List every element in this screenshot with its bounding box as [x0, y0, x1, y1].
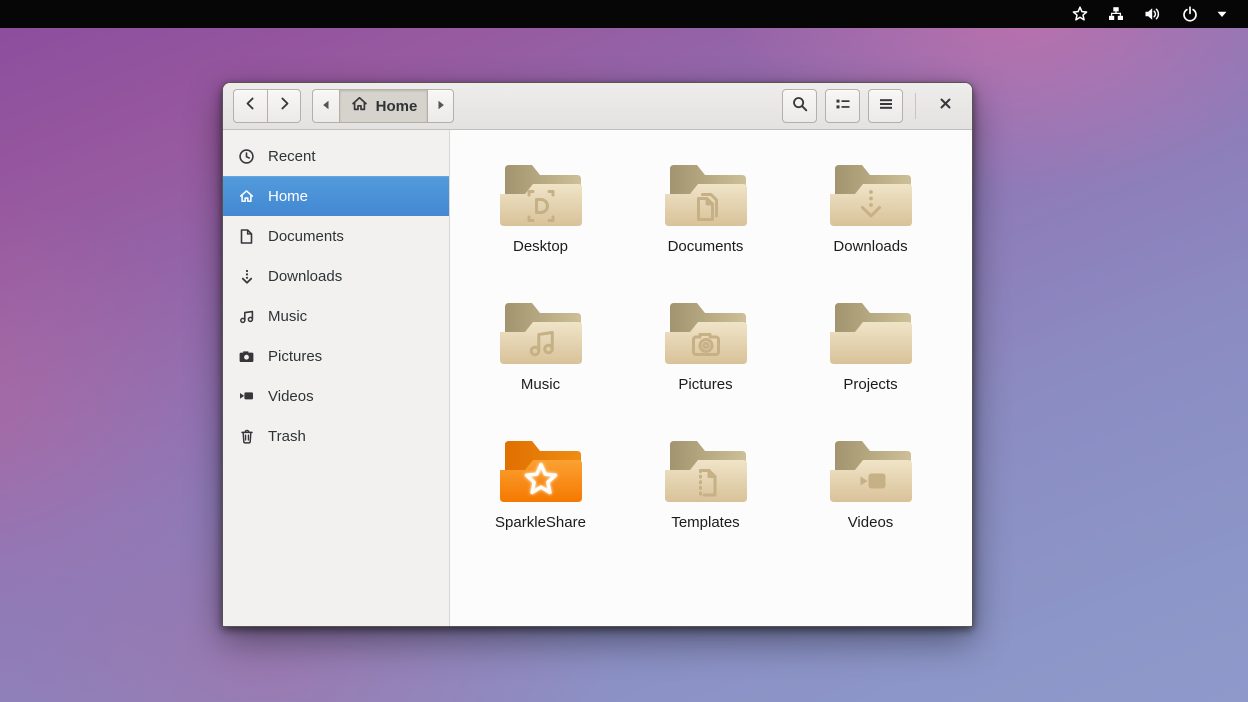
sidebar-item-label: Pictures — [268, 348, 322, 365]
file-item-projects[interactable]: .em-s{fill:none}.em-f{fill:#c6b186;strok… — [788, 290, 953, 428]
folder-icon: .em-s{fill:none}.em-f{fill:#c6b186;strok… — [823, 430, 919, 510]
folder-icon: .em-s{fill:none}.em-f{fill:#ffffff;strok… — [493, 430, 589, 510]
sidebar-item-label: Videos — [268, 388, 314, 405]
path-bar: Home — [312, 89, 454, 123]
sidebar-item-label: Music — [268, 308, 307, 325]
triangle-left-icon — [322, 97, 330, 115]
status-power-icon[interactable] — [1172, 0, 1208, 28]
sidebar-item-icon — [238, 308, 255, 325]
hamburger-menu-icon — [877, 96, 895, 117]
sidebar-item-trash[interactable]: Trash — [223, 416, 449, 456]
menu-button[interactable] — [868, 89, 903, 123]
file-item-pictures[interactable]: .em-s{fill:none}.em-f{fill:#c6b186;strok… — [623, 290, 788, 428]
sidebar-item-pictures[interactable]: Pictures — [223, 336, 449, 376]
sidebar-item-videos[interactable]: Videos — [223, 376, 449, 416]
forward-button[interactable] — [267, 89, 301, 123]
sidebar-item-label: Home — [268, 188, 308, 205]
folder-icon: .em-s{fill:none}.em-f{fill:#c6b186;strok… — [658, 430, 754, 510]
files-window: Home Recen — [222, 82, 973, 627]
chevron-left-icon — [242, 95, 259, 117]
file-item-label: Templates — [671, 514, 739, 531]
sidebar-item-music[interactable]: Music — [223, 296, 449, 336]
file-item-videos[interactable]: .em-s{fill:none}.em-f{fill:#c6b186;strok… — [788, 428, 953, 566]
status-system-menu-caret-icon[interactable] — [1208, 0, 1236, 28]
sidebar-item-label: Documents — [268, 228, 344, 245]
titlebar-separator — [915, 93, 916, 119]
folder-icon: .em-s{fill:none}.em-f{fill:#c6b186;strok… — [823, 154, 919, 234]
view-list-button[interactable] — [825, 89, 860, 123]
status-volume-icon[interactable] — [1134, 0, 1172, 28]
sidebar: Recent Home Documents Downloads Music Pi… — [223, 130, 450, 626]
sidebar-item-icon — [238, 268, 255, 285]
sidebar-item-recent[interactable]: Recent — [223, 136, 449, 176]
window-body: Recent Home Documents Downloads Music Pi… — [223, 130, 972, 626]
search-button[interactable] — [782, 89, 817, 123]
file-item-sparkleshare[interactable]: .em-s{fill:none}.em-f{fill:#ffffff;strok… — [458, 428, 623, 566]
folder-icon: .em-s{fill:none}.em-f{fill:#c6b186;strok… — [658, 292, 754, 372]
folder-icon: .em-s{fill:none}.em-f{fill:#c6b186;strok… — [823, 292, 919, 372]
folder-icon: .em-s{fill:none}.em-f{fill:#c6b186;strok… — [658, 154, 754, 234]
sidebar-item-icon — [238, 348, 255, 365]
sidebar-item-icon — [238, 388, 255, 405]
status-area — [1062, 0, 1236, 28]
top-bar — [0, 0, 1248, 28]
sidebar-item-icon — [238, 148, 255, 165]
folder-icon: .em-s{fill:none}.em-f{fill:#c6b186;strok… — [493, 154, 589, 234]
triangle-right-icon — [437, 97, 445, 115]
sidebar-item-label: Trash — [268, 428, 306, 445]
file-grid: .em-s{fill:none}.em-f{fill:#c6b186;strok… — [450, 130, 972, 626]
sidebar-item-icon — [238, 428, 255, 445]
file-item-label: Desktop — [513, 238, 568, 255]
file-item-templates[interactable]: .em-s{fill:none}.em-f{fill:#c6b186;strok… — [623, 428, 788, 566]
titlebar[interactable]: Home — [223, 83, 972, 130]
sidebar-item-icon — [238, 228, 255, 245]
status-network-icon[interactable] — [1098, 0, 1134, 28]
sidebar-item-downloads[interactable]: Downloads — [223, 256, 449, 296]
folder-icon: .em-s{fill:none}.em-f{fill:#c6b186;strok… — [493, 292, 589, 372]
sidebar-item-label: Recent — [268, 148, 316, 165]
back-button[interactable] — [233, 89, 267, 123]
file-item-downloads[interactable]: .em-s{fill:none}.em-f{fill:#c6b186;strok… — [788, 152, 953, 290]
sidebar-item-icon — [238, 188, 255, 205]
file-item-music[interactable]: .em-s{fill:none}.em-f{fill:#c6b186;strok… — [458, 290, 623, 428]
history-buttons — [233, 89, 301, 123]
file-item-label: Music — [521, 376, 560, 393]
file-item-desktop[interactable]: .em-s{fill:none}.em-f{fill:#c6b186;strok… — [458, 152, 623, 290]
path-scroll-right-button[interactable] — [427, 89, 454, 123]
file-item-label: Videos — [848, 514, 894, 531]
list-view-icon — [834, 96, 852, 117]
status-favorites-star-icon[interactable] — [1062, 0, 1098, 28]
chevron-right-icon — [276, 95, 293, 117]
file-item-label: SparkleShare — [495, 514, 586, 531]
home-icon — [350, 95, 369, 117]
file-item-label: Projects — [843, 376, 897, 393]
sidebar-item-label: Downloads — [268, 268, 342, 285]
file-item-label: Pictures — [678, 376, 732, 393]
path-location-label: Home — [376, 98, 418, 115]
titlebar-actions — [782, 89, 962, 123]
file-item-label: Documents — [668, 238, 744, 255]
search-icon — [791, 95, 809, 118]
file-item-label: Downloads — [833, 238, 907, 255]
path-home-button[interactable]: Home — [339, 89, 427, 123]
sidebar-item-documents[interactable]: Documents — [223, 216, 449, 256]
file-item-documents[interactable]: .em-s{fill:none}.em-f{fill:#c6b186;strok… — [623, 152, 788, 290]
path-scroll-left-button[interactable] — [312, 89, 339, 123]
close-icon — [938, 96, 953, 116]
sidebar-item-home[interactable]: Home — [223, 176, 449, 216]
close-button[interactable] — [928, 89, 962, 123]
